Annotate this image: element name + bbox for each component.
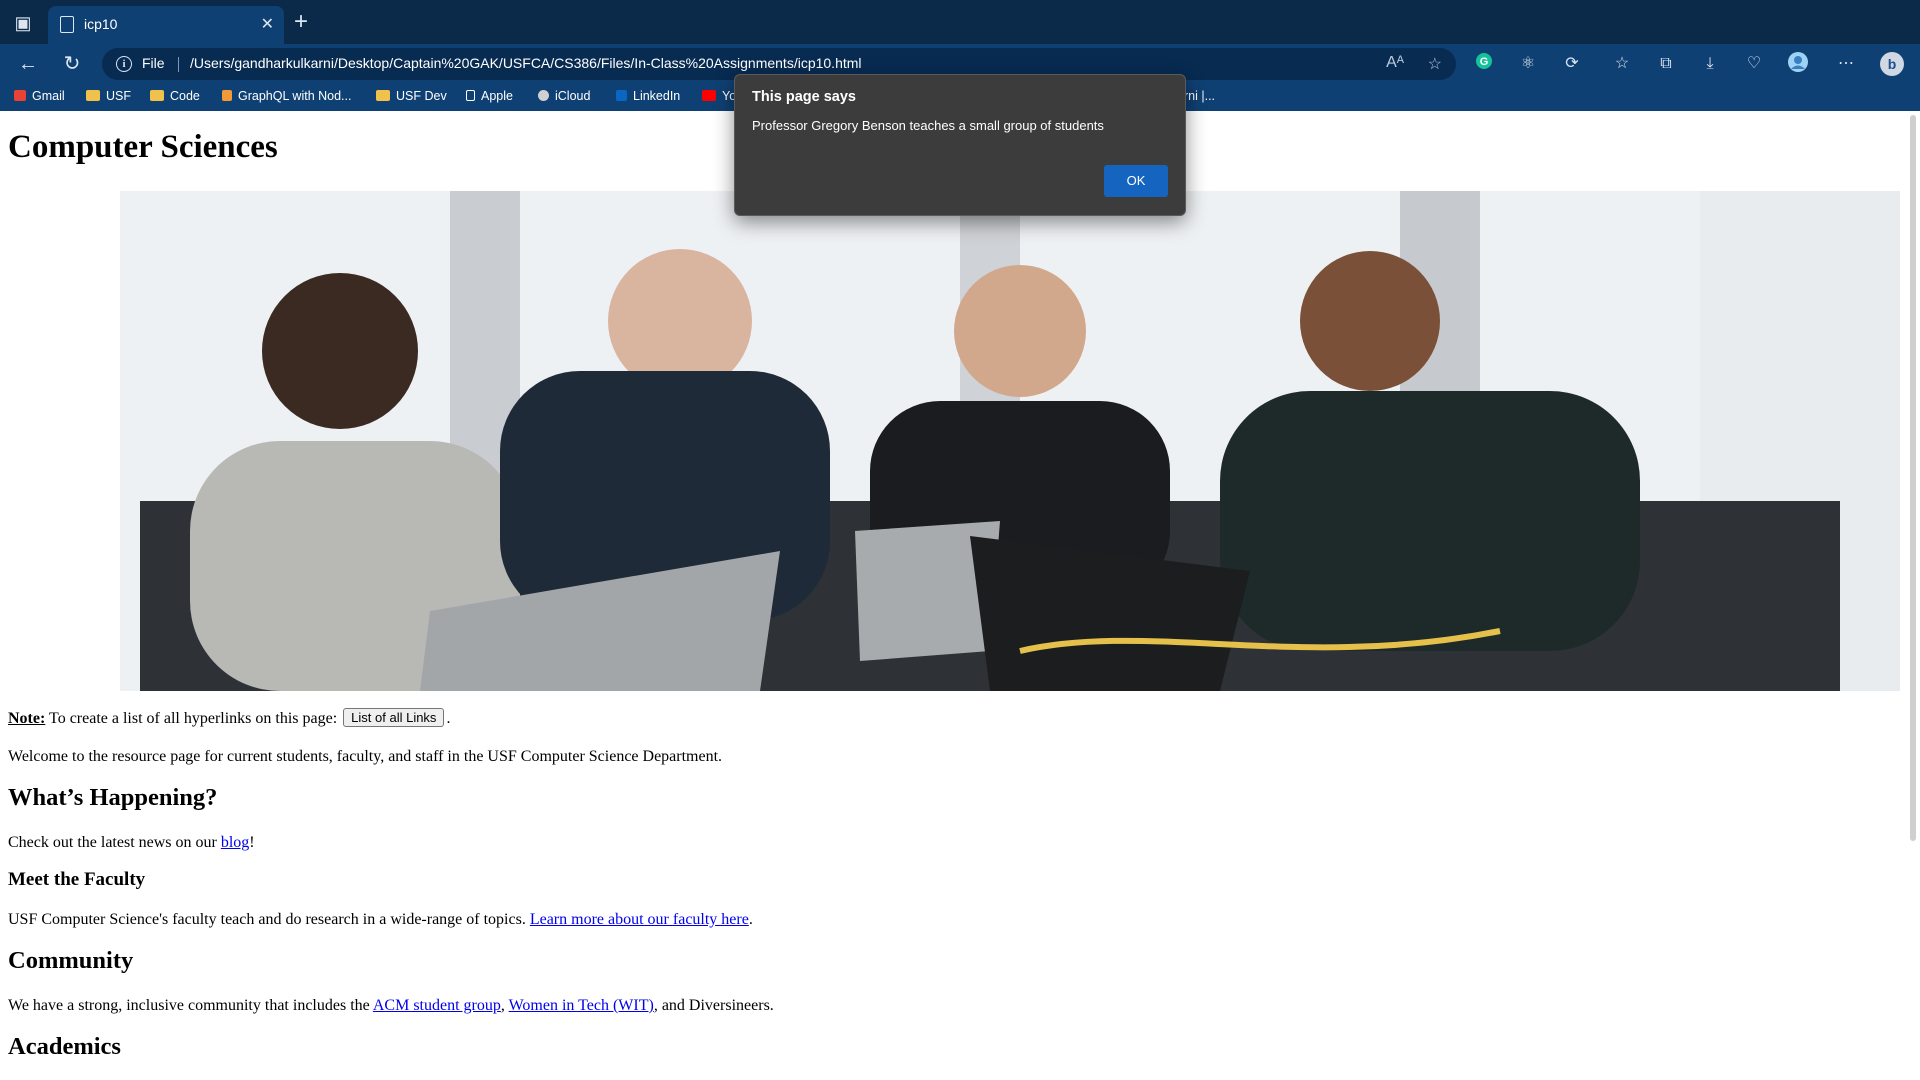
folder-icon	[86, 90, 100, 101]
note-paragraph: Note: To create a list of all hyperlinks…	[8, 708, 451, 727]
vertical-scrollbar[interactable]	[1906, 111, 1920, 1080]
hero-image	[0, 191, 1906, 691]
tab-strip: ▣ icp10 ✕ +	[0, 0, 1920, 44]
extensions-icon[interactable]: ⟳	[1560, 52, 1584, 76]
linkedin-icon	[616, 90, 627, 101]
list-all-links-button[interactable]: List of all Links	[343, 708, 445, 727]
bookmark-apple[interactable]: Apple	[466, 89, 513, 103]
page-icon	[60, 16, 74, 33]
bookmark-usf-dev[interactable]: USF Dev	[376, 89, 447, 103]
info-icon[interactable]: i	[116, 56, 132, 72]
bookmark-code[interactable]: Code	[150, 89, 200, 103]
divider	[178, 57, 179, 72]
close-icon[interactable]: ✕	[261, 14, 274, 34]
bing-chat-icon[interactable]: b	[1880, 52, 1904, 76]
faculty-link[interactable]: Learn more about our faculty here	[530, 911, 749, 928]
wit-link[interactable]: Women in Tech (WIT)	[509, 997, 654, 1014]
folder-icon	[150, 90, 164, 101]
acm-link[interactable]: ACM student group	[373, 997, 501, 1014]
community-paragraph: We have a strong, inclusive community th…	[8, 997, 774, 1014]
more-menu-icon[interactable]: ⋯	[1834, 52, 1858, 76]
dialog-title: This page says	[752, 89, 856, 105]
dialog-message: Professor Gregory Benson teaches a small…	[752, 118, 1104, 133]
bookmark-gmail[interactable]: Gmail	[14, 89, 65, 103]
bookmark-graphql[interactable]: GraphQL with Nod...	[222, 89, 351, 103]
read-aloud-icon[interactable]: Aᴬ	[1386, 54, 1404, 72]
browser-essentials-icon[interactable]: ♡	[1742, 52, 1766, 76]
youtube-icon	[702, 90, 716, 101]
blog-link[interactable]: blog	[221, 834, 249, 851]
react-devtools-icon[interactable]: ⚛	[1516, 52, 1540, 76]
folder-icon	[376, 90, 390, 101]
apple-icon	[538, 90, 549, 101]
bookmark-usf[interactable]: USF	[86, 89, 131, 103]
meet-faculty-heading: Meet the Faculty	[8, 869, 146, 890]
bookmark-icon	[222, 90, 232, 101]
page-title: Computer Sciences	[8, 129, 278, 165]
bookmark-linkedin[interactable]: LinkedIn	[616, 89, 680, 103]
news-paragraph: Check out the latest news on our blog!	[8, 834, 255, 851]
svg-text:G: G	[1480, 56, 1489, 68]
page-content: Computer Sciences Note: To create a list…	[0, 111, 1906, 1080]
new-tab-icon[interactable]: +	[294, 10, 308, 34]
bookmark-icloud[interactable]: iCloud	[538, 89, 590, 103]
ok-button[interactable]: OK	[1104, 165, 1168, 197]
tab-title: icp10	[84, 16, 118, 32]
url-scheme: File	[142, 55, 165, 71]
whats-happening-heading: What’s Happening?	[8, 784, 218, 811]
favorites-icon[interactable]: ☆	[1610, 52, 1634, 76]
back-icon[interactable]: ←	[14, 50, 42, 78]
downloads-icon[interactable]: ⤓	[1698, 52, 1722, 76]
gmail-icon	[14, 90, 26, 101]
profile-avatar[interactable]	[1786, 52, 1810, 76]
grammarly-icon[interactable]: G	[1472, 52, 1496, 76]
tab-actions-icon[interactable]: ▣	[12, 12, 34, 34]
page-icon	[466, 90, 475, 101]
community-heading: Community	[8, 947, 134, 974]
note-text: To create a list of all hyperlinks on th…	[49, 710, 338, 727]
alert-dialog: This page says Professor Gregory Benson …	[734, 74, 1186, 216]
faculty-paragraph: USF Computer Science's faculty teach and…	[8, 911, 753, 928]
bookmark-youtube[interactable]: Yo	[702, 89, 736, 103]
note-label: Note:	[8, 710, 46, 727]
academics-heading: Academics	[8, 1033, 121, 1060]
favorite-star-icon[interactable]: ☆	[1428, 54, 1442, 74]
active-tab[interactable]: icp10 ✕	[48, 6, 284, 44]
svg-text:b: b	[1888, 56, 1897, 72]
collections-icon[interactable]: ⧉	[1654, 52, 1678, 76]
url-text[interactable]: /Users/gandharkulkarni/Desktop/Captain%2…	[190, 55, 862, 71]
reload-icon[interactable]: ↻	[58, 50, 86, 78]
welcome-paragraph: Welcome to the resource page for current…	[8, 748, 723, 765]
scroll-thumb[interactable]	[1910, 115, 1916, 841]
